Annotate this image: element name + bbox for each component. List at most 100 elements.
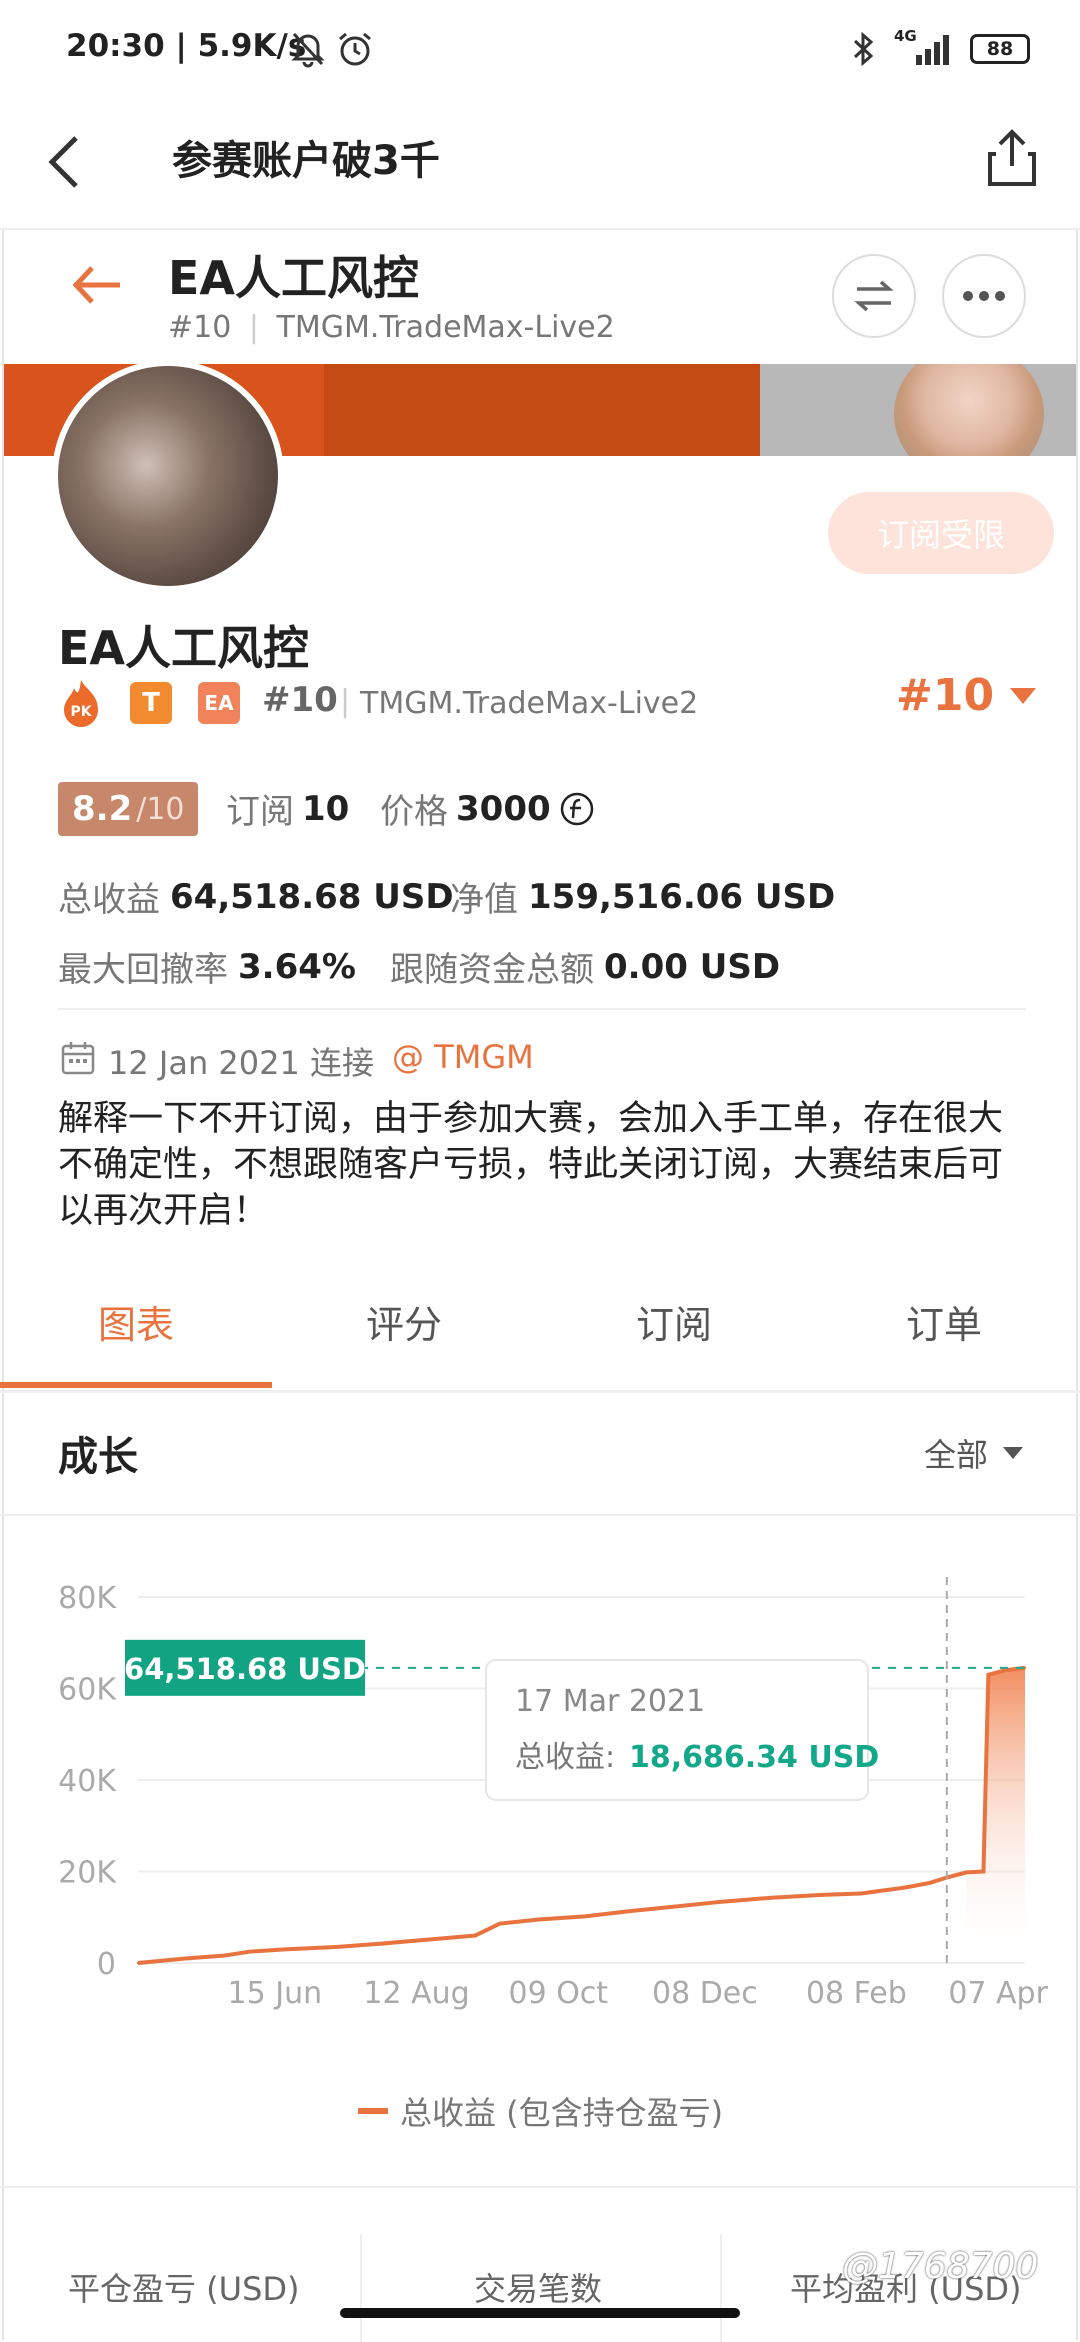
total-profit-label: 总收益: [58, 880, 160, 920]
x-tick-label: 08 Feb: [806, 1976, 907, 2011]
max-drawdown-stat: 最大回撤率 3.64%: [58, 942, 356, 991]
data-point: [904, 1886, 907, 1889]
profile-description: 解释一下不开订阅，由于参加大赛，会加入手工单，存在很大不确定性，不想跟随客户亏损…: [58, 1099, 1004, 1231]
data-point: [820, 1893, 824, 1897]
battery-indicator: 88: [970, 34, 1030, 64]
x-tick-label: 09 Oct: [508, 1976, 608, 2011]
stat-trade-count-label: 交易笔数: [474, 2270, 603, 2308]
net-value-value: 159,516.06 USD: [528, 876, 836, 917]
profile-server: TMGM.TradeMax-Live2: [360, 686, 699, 721]
x-tick-label: 12 Aug: [363, 1976, 469, 2011]
profile-rank: #10: [262, 680, 338, 720]
triangle-down-icon: [1010, 687, 1037, 704]
data-point: [623, 1910, 626, 1913]
score-value: 8.2: [72, 789, 133, 829]
header-name: EA人工风控: [168, 251, 420, 305]
home-indicator[interactable]: [340, 2308, 740, 2318]
legend-swatch: [358, 2108, 388, 2114]
data-point: [136, 1961, 140, 1965]
badge-ea: EA: [198, 682, 240, 724]
swap-arrows-icon: [854, 280, 894, 312]
avatar[interactable]: [52, 360, 284, 592]
y-tick-label: 80K: [58, 1581, 117, 1616]
x-tick-label: 07 Apr: [948, 1976, 1048, 2011]
header-divider: |: [248, 310, 259, 345]
total-profit-value: 64,518.68 USD: [170, 876, 454, 917]
watermark: @1768700: [842, 2246, 1039, 2287]
growth-title: 成长: [58, 1434, 138, 1480]
status-icons: 4G 88: [850, 26, 1030, 72]
data-point: [982, 1870, 985, 1873]
more-button[interactable]: [942, 254, 1026, 338]
tab-orders[interactable]: 订单: [906, 1294, 982, 1349]
data-point: [860, 1892, 863, 1895]
signal-icon: 4G: [894, 27, 952, 67]
share-icon[interactable]: [982, 126, 1042, 192]
active-tab-indicator: [0, 1382, 272, 1388]
data-point: [965, 1871, 968, 1874]
score-badge: 8.2/10: [58, 782, 198, 836]
rank-dropdown[interactable]: #10: [896, 670, 1038, 721]
legend-label: 总收益 (包含持仓盈亏): [400, 2094, 724, 2132]
calendar-icon: [60, 1040, 96, 1080]
subscribe-restricted-button[interactable]: 订阅受限: [828, 492, 1054, 574]
max-drawdown-label: 最大回撤率: [58, 950, 228, 990]
divider: [58, 1008, 1026, 1010]
data-point: [185, 1957, 189, 1960]
page-title: 参赛账户破3千: [172, 138, 440, 184]
y-tick-label: 40K: [58, 1764, 117, 1799]
tooltip-date: 17 Mar 2021: [515, 1684, 705, 1719]
price-stat: 价格 3000: [380, 784, 595, 833]
data-point: [334, 1945, 338, 1949]
orange-back-arrow-icon[interactable]: [70, 262, 124, 312]
chart-legend[interactable]: 总收益 (包含持仓盈亏): [358, 2088, 723, 2134]
data-point: [410, 1939, 413, 1943]
x-tick-label: 08 Dec: [652, 1976, 758, 2011]
broker-link[interactable]: @ TMGM: [392, 1038, 534, 1076]
range-filter-dropdown[interactable]: 全部: [924, 1430, 1024, 1476]
total-profit-stat: 总收益 64,518.68 USD: [58, 872, 454, 921]
score-max: /10: [136, 791, 185, 827]
y-tick-label: 20K: [58, 1856, 117, 1891]
alarm-icon: [336, 30, 374, 72]
data-point: [285, 1948, 289, 1951]
data-point: [1004, 1669, 1007, 1672]
bluetooth-icon: [853, 31, 874, 67]
header-subtitle: #10 | TMGM.TradeMax-Live2: [168, 310, 615, 345]
data-point: [583, 1915, 587, 1918]
switch-button[interactable]: [832, 254, 916, 338]
growth-header: 成长 全部: [0, 1390, 1080, 1516]
tab-chart[interactable]: 图表: [98, 1294, 174, 1349]
growth-chart[interactable]: 80K 60K 40K 20K 0 15 Jun 12 Aug 09 Oct 08 Dec 08 …: [40, 1560, 1050, 2120]
triangle-down-icon: [1003, 1447, 1024, 1459]
max-drawdown-value: 3.64%: [238, 946, 356, 987]
rank-divider: |: [340, 684, 351, 719]
stat-divider: [720, 2234, 722, 2342]
follow-funds-label: 跟随资金总额: [390, 950, 594, 990]
more-dots-icon: [963, 291, 1005, 301]
back-chevron-icon[interactable]: [36, 130, 96, 194]
net-value-label: 净值: [450, 880, 518, 920]
data-point: [249, 1950, 252, 1953]
rank-big: #10: [896, 670, 995, 721]
y-tick-label: 0: [97, 1947, 116, 1982]
app-navbar: 参赛账户破3千: [0, 100, 1080, 230]
price-value: 3000: [456, 788, 551, 829]
follow-funds-value: 0.00 USD: [604, 946, 781, 987]
growth-chart-svg: 80K 60K 40K 20K 0 15 Jun 12 Aug 09 Oct 08 Dec 08 …: [58, 1577, 1049, 2011]
header-server: TMGM.TradeMax-Live2: [276, 310, 615, 345]
price-label: 价格: [380, 792, 448, 832]
data-point: [537, 1918, 540, 1921]
follow-funds-stat: 跟随资金总额 0.00 USD: [390, 942, 780, 991]
tab-bar: 图表 评分 订阅 订单: [0, 1270, 1080, 1393]
banner-segment: [324, 364, 760, 456]
data-point: [987, 1673, 990, 1676]
data-point: [378, 1942, 382, 1945]
status-time: 20:30 | 5.9K/s: [66, 28, 307, 64]
tooltip-label: 总收益:: [515, 1740, 615, 1775]
tab-subscription[interactable]: 订阅: [636, 1294, 712, 1349]
tab-rating[interactable]: 评分: [366, 1294, 442, 1349]
connected-date: 12 Jan 2021 连接: [108, 1044, 375, 1082]
subscriptions-label: 订阅: [226, 792, 294, 832]
pk-flame-icon: PK: [58, 678, 104, 727]
